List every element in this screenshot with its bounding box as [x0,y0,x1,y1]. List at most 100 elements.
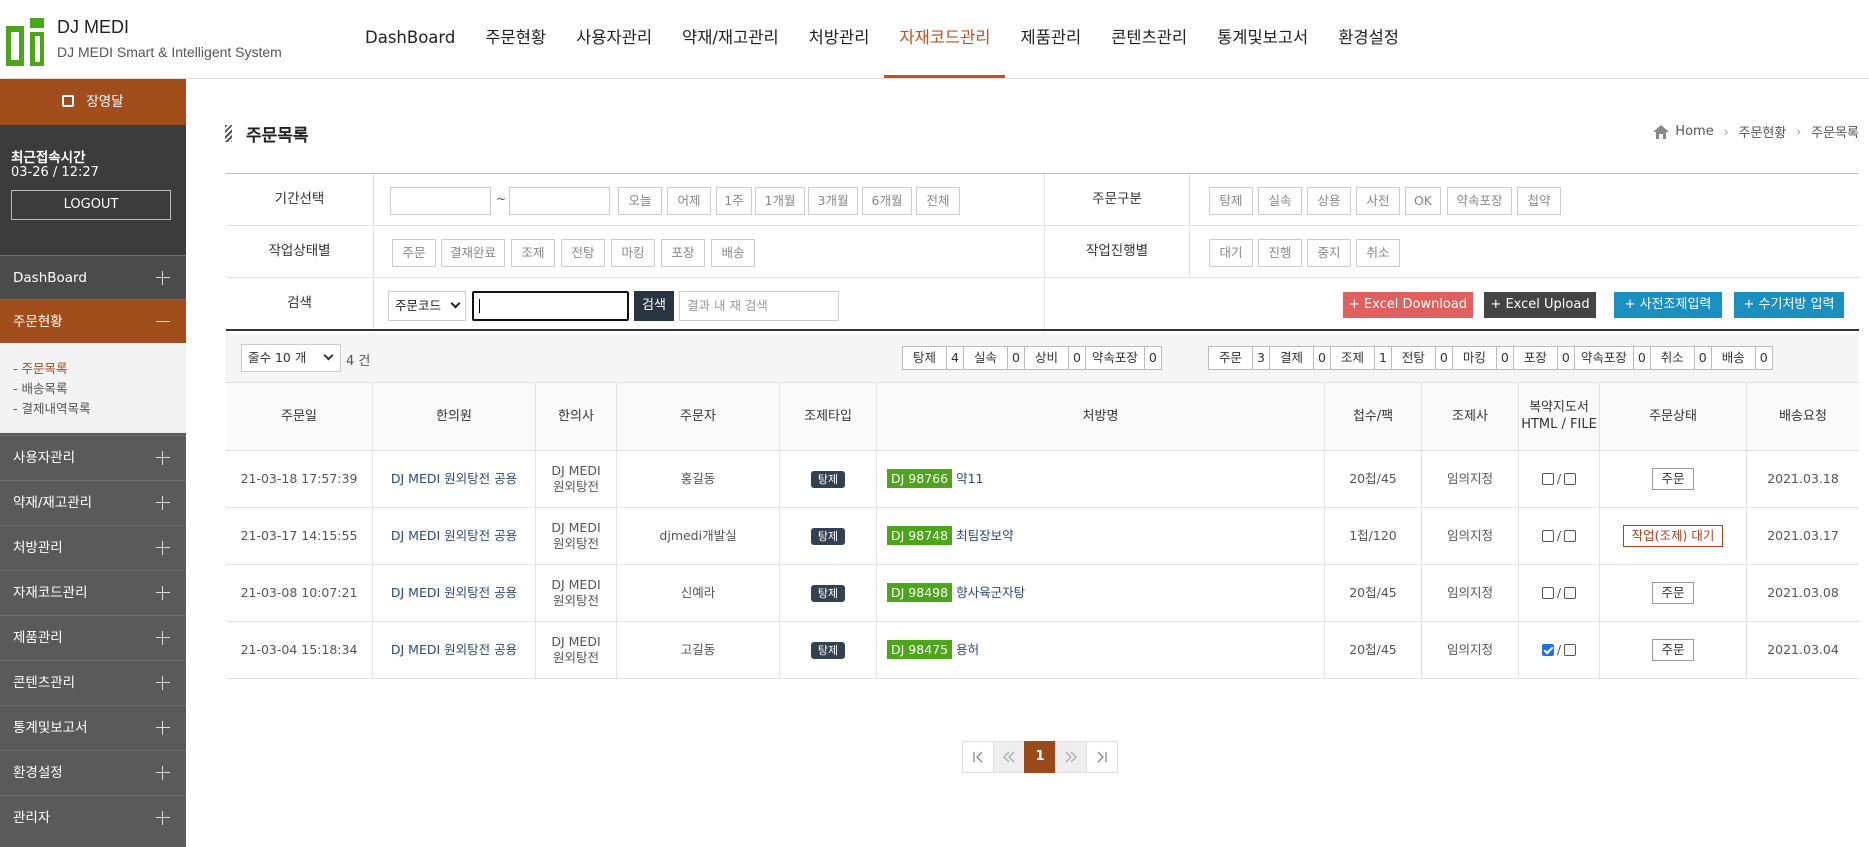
nav-dashboard[interactable]: DashBoard [350,0,470,78]
last-login-time: 03-26 / 12:27 [11,165,99,180]
status-decoct-button[interactable]: 전탕 [561,239,605,267]
table-row[interactable]: 21-03-18 17:57:39 DJ MEDI 원외탕전 공용 DJ MEDI 원… [226,451,1859,508]
sidebar-item-products[interactable]: 제품관리 [0,615,186,659]
status-packing-button[interactable]: 포장 [661,239,705,267]
order-type-ok-button[interactable]: OK [1405,187,1441,215]
prev-page-button[interactable] [993,741,1025,773]
table-row[interactable]: 21-03-08 10:07:21 DJ MEDI 원외탕전 공용 DJ MEDI 원… [226,565,1859,622]
rx-name[interactable]: 용허 [956,642,979,657]
guide-file-checkbox[interactable] [1564,587,1577,599]
sidebar-item-dashboard[interactable]: DashBoard [0,255,186,299]
excel-upload-button[interactable]: + Excel Upload [1484,292,1596,318]
pre-prep-input-button[interactable]: + 사전조제입력 [1614,292,1722,318]
order-type-silsok-button[interactable]: 실속 [1258,187,1302,215]
logout-button[interactable]: LOGOUT [11,190,171,220]
progress-running-button[interactable]: 진행 [1258,239,1302,267]
cell-rx[interactable]: DJ 98766 약11 [877,451,1325,507]
period-all-button[interactable]: 전체 [916,187,960,215]
order-status-button[interactable]: 작업(조제) 대기 [1622,525,1724,547]
breadcrumb-home[interactable]: Home [1675,124,1713,139]
last-page-button[interactable] [1086,741,1118,773]
progress-cancel-button[interactable]: 취소 [1356,239,1400,267]
nav-contents[interactable]: 콘텐츠관리 [1096,0,1202,78]
period-3month-button[interactable]: 3개월 [808,187,858,215]
rx-name[interactable]: 약11 [956,471,983,486]
sidebar-item-admin[interactable]: 관리자 [0,795,186,839]
nav-herbs-stock[interactable]: 약재/재고관리 [667,0,794,78]
user-bar[interactable]: 장영달 [0,79,186,125]
logo-title[interactable]: DJ MEDI [57,17,129,38]
order-type-sangyong-button[interactable]: 상용 [1307,187,1351,215]
period-6month-button[interactable]: 6개월 [862,187,912,215]
research-input[interactable]: 결과 내 재 검색 [679,291,839,321]
rx-name[interactable]: 최팀장보약 [956,528,1014,543]
sidebar-item-herbs-stock[interactable]: 약재/재고관리 [0,480,186,524]
search-field-select[interactable]: 주문코드 [388,291,466,321]
cell-clinic[interactable]: DJ MEDI 원외탕전 공용 [373,565,536,621]
order-status-button[interactable]: 주문 [1652,582,1694,604]
rx-name[interactable]: 향사육군자탕 [956,585,1025,600]
manual-rx-input-button[interactable]: + 수기처방 입력 [1734,292,1844,318]
cell-rx[interactable]: DJ 98475 용허 [877,622,1325,678]
guide-html-checkbox[interactable] [1541,644,1554,656]
table-row[interactable]: 21-03-04 15:18:34 DJ MEDI 원외탕전 공용 DJ MEDI 원… [226,622,1859,679]
table-row[interactable]: 21-03-17 14:15:55 DJ MEDI 원외탕전 공용 DJ MEDI 원… [226,508,1859,565]
submenu-order-list[interactable]: 주문목록 [13,359,186,379]
cell-rx[interactable]: DJ 98748 최팀장보약 [877,508,1325,564]
date-end-input[interactable] [509,187,610,215]
progress-stopped-button[interactable]: 중지 [1307,239,1351,267]
sidebar-item-orders[interactable]: 주문현황 [0,299,186,343]
nav-orders[interactable]: 주문현황 [470,0,561,78]
period-1month-button[interactable]: 1개월 [755,187,805,215]
nav-material-codes[interactable]: 자재코드관리 [884,0,1006,78]
date-start-input[interactable] [390,187,491,215]
order-status-button[interactable]: 주문 [1652,639,1694,661]
sidebar-item-contents[interactable]: 콘텐츠관리 [0,660,186,704]
first-page-button[interactable] [962,741,994,773]
guide-html-checkbox[interactable] [1541,587,1554,599]
search-button[interactable]: 검색 [634,291,674,321]
period-yesterday-button[interactable]: 어제 [667,187,711,215]
status-paid-button[interactable]: 결재완료 [441,239,505,267]
submenu-delivery-list[interactable]: 배송목록 [13,379,186,399]
cell-clinic[interactable]: DJ MEDI 원외탕전 공용 [373,451,536,507]
cell-clinic[interactable]: DJ MEDI 원외탕전 공용 [373,622,536,678]
sidebar-item-prescriptions[interactable]: 처방관리 [0,525,186,569]
next-page-button[interactable] [1055,741,1087,773]
sidebar-item-stats-reports[interactable]: 통계및보고서 [0,705,186,749]
order-type-promise-pack-button[interactable]: 약속포장 [1447,187,1512,215]
progress-wait-button[interactable]: 대기 [1209,239,1253,267]
guide-html-checkbox[interactable] [1541,530,1554,542]
nav-prescriptions[interactable]: 처방관리 [794,0,885,78]
status-marking-button[interactable]: 마킹 [611,239,655,267]
excel-download-button[interactable]: + Excel Download [1343,292,1473,318]
nav-users[interactable]: 사용자관리 [561,0,667,78]
order-status-button[interactable]: 주문 [1652,468,1694,490]
period-1week-button[interactable]: 1주 [716,187,752,215]
rows-per-page-select[interactable]: 줄수 10 개 [241,344,341,372]
order-type-cheopyak-button[interactable]: 첩약 [1517,187,1561,215]
guide-html-checkbox[interactable] [1541,473,1554,485]
guide-file-checkbox[interactable] [1564,644,1577,656]
nav-settings[interactable]: 환경설정 [1323,0,1414,78]
sidebar-item-material-codes[interactable]: 자재코드관리 [0,570,186,614]
table-header: 주문일 한의원 한의사 주문자 조제타입 처방명 첩수/팩 조제사 복약지도서 … [226,383,1859,451]
sidebar-item-settings[interactable]: 환경설정 [0,750,186,794]
nav-products[interactable]: 제품관리 [1005,0,1096,78]
breadcrumb-orders[interactable]: 주문현황 [1739,122,1787,141]
order-type-tangje-button[interactable]: 탕제 [1209,187,1253,215]
cell-clinic[interactable]: DJ MEDI 원외탕전 공용 [373,508,536,564]
period-today-button[interactable]: 오늘 [618,187,662,215]
guide-file-checkbox[interactable] [1564,530,1577,542]
page-1-button[interactable]: 1 [1024,741,1056,773]
cell-rx[interactable]: DJ 98498 향사육군자탕 [877,565,1325,621]
search-input[interactable] [472,291,629,321]
submenu-payment-list[interactable]: 결제내역목록 [13,399,186,419]
status-order-button[interactable]: 주문 [392,239,436,267]
status-delivery-button[interactable]: 배송 [711,239,755,267]
sidebar-item-users[interactable]: 사용자관리 [0,435,186,479]
nav-stats-reports[interactable]: 통계및보고서 [1202,0,1323,78]
guide-file-checkbox[interactable] [1564,473,1577,485]
order-type-sajeon-button[interactable]: 사전 [1356,187,1400,215]
status-prep-button[interactable]: 조제 [511,239,555,267]
